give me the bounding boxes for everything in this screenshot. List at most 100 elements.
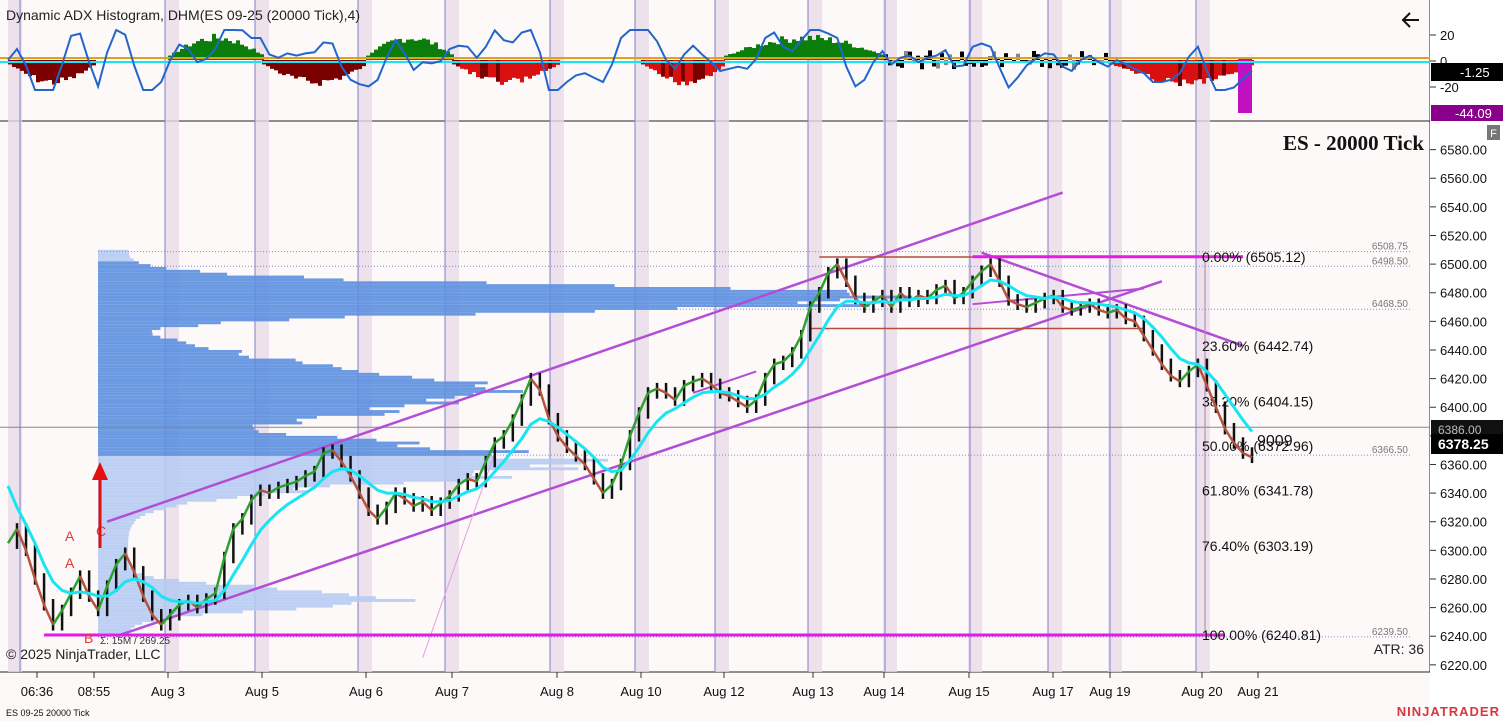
volume-profile-bar <box>98 613 203 617</box>
histogram-bar <box>732 53 736 60</box>
volume-profile-bar <box>98 315 345 319</box>
level-label: 6366.50 <box>1372 445 1409 456</box>
instrument-title: ES - 20000 Tick <box>1283 131 1424 155</box>
session-band <box>715 0 729 672</box>
volume-profile-bar <box>98 295 913 299</box>
volume-profile-bar <box>98 252 130 256</box>
volume-profile-bar <box>98 269 201 273</box>
histogram-bar <box>500 60 504 85</box>
histogram-bar <box>1154 60 1158 83</box>
histogram-bar <box>314 60 318 84</box>
time-tick-label: Aug 12 <box>703 684 744 699</box>
volume-profile-bar <box>98 372 380 376</box>
histogram-bar <box>808 35 812 60</box>
volume-profile-bar <box>98 341 187 345</box>
volume-profile-bar <box>98 581 207 585</box>
fib-level-label: 76.40% (6303.19) <box>1202 538 1313 554</box>
volume-profile-bar <box>98 329 152 333</box>
price-tick-label: 6360.00 <box>1440 457 1487 472</box>
histogram-bar <box>1190 60 1194 85</box>
wave-label-a1: A <box>65 528 75 544</box>
price-tick-label: 6580.00 <box>1440 143 1487 158</box>
time-tick-label: 06:36 <box>21 684 54 699</box>
volume-profile-bar <box>98 261 139 265</box>
volume-profile-bar <box>98 418 297 422</box>
volume-profile-bar <box>98 415 317 419</box>
volume-profile-bar <box>98 544 129 548</box>
volume-profile-bar <box>98 398 427 402</box>
price-tick-label: 6500.00 <box>1440 257 1487 272</box>
annotation-9009: 9009 <box>1257 433 1293 450</box>
histogram-bar <box>200 38 204 60</box>
time-tick-label: Aug 7 <box>435 684 469 699</box>
volume-profile-bar <box>98 304 870 308</box>
histogram-bar <box>64 60 68 81</box>
histogram-bar <box>820 38 824 60</box>
volume-profile-bar <box>98 444 398 448</box>
volume-profile-bar <box>98 272 228 276</box>
price-tick-label: 6440.00 <box>1440 343 1487 358</box>
level-label: 6239.50 <box>1372 627 1409 638</box>
price-tick-label: 6540.00 <box>1440 200 1487 215</box>
time-tick-label: 08:55 <box>78 684 111 699</box>
histogram-bar <box>673 60 677 83</box>
price-tick-label: 6220.00 <box>1440 658 1487 673</box>
indicator-tick-label: 20 <box>1440 28 1454 43</box>
histogram-bar <box>36 60 40 83</box>
volume-profile-bar <box>98 367 342 371</box>
time-tick-label: Aug 21 <box>1237 684 1278 699</box>
price-tick-label: 6480.00 <box>1440 286 1487 301</box>
volume-profile-bar <box>98 461 582 465</box>
atr-label: ATR: 36 <box>1374 641 1425 657</box>
volume-profile-bar <box>98 507 166 511</box>
volume-profile-bar <box>98 547 129 551</box>
volume-profile-bar <box>98 312 476 316</box>
volume-profile-bar <box>98 378 435 382</box>
histogram-bar <box>224 38 228 60</box>
volume-profile-bar <box>98 498 217 502</box>
chart-canvas[interactable]: Dynamic ADX Histogram, DHM(ES 09-25 (200… <box>0 0 1503 721</box>
price-tick-label: 6260.00 <box>1440 601 1487 616</box>
time-tick-label: Aug 20 <box>1181 684 1222 699</box>
volume-profile-bar <box>98 576 154 579</box>
volume-note: Σ: 15M / 269.25 <box>100 636 171 647</box>
volume-profile-bar <box>98 541 129 545</box>
level-label: 6468.50 <box>1372 299 1409 310</box>
volume-profile-bar <box>98 355 249 359</box>
histogram-bar <box>689 60 693 82</box>
histogram-bar <box>1186 60 1190 84</box>
volume-profile-bar <box>98 292 850 296</box>
fib-level-label: 23.60% (6442.74) <box>1202 338 1313 354</box>
volume-profile-bar <box>98 255 131 259</box>
volume-profile-bar <box>98 458 609 462</box>
histogram-bar <box>326 60 330 81</box>
time-tick-label: Aug 6 <box>349 684 383 699</box>
histogram-bar <box>422 38 426 60</box>
volume-profile-bar <box>98 478 472 482</box>
volume-profile-bar <box>98 309 595 313</box>
volume-profile-bar <box>98 287 731 290</box>
time-tick-label: Aug 10 <box>620 684 661 699</box>
volume-profile-bar <box>98 421 303 425</box>
volume-profile-bar <box>98 258 134 262</box>
price-tick-label: 6320.00 <box>1440 515 1487 530</box>
level-label: 6498.50 <box>1372 256 1409 267</box>
histogram-bar <box>1174 60 1178 83</box>
histogram-bar <box>1238 58 1252 113</box>
histogram-bar <box>418 39 422 60</box>
volume-profile-bar <box>98 289 848 293</box>
volume-profile-bar <box>98 435 338 439</box>
volume-profile-bar <box>98 344 195 348</box>
volume-profile-bar <box>98 395 455 399</box>
volume-profile-bar <box>98 604 333 608</box>
footer-instrument: ES 09-25 20000 Tick <box>6 708 90 718</box>
histogram-bar <box>496 60 500 82</box>
histogram-bar <box>693 60 697 83</box>
adx-value: -1.25 <box>1460 65 1490 80</box>
histogram-bar <box>520 60 524 83</box>
volume-profile-bar <box>98 281 487 285</box>
histogram-bar <box>812 39 816 60</box>
level-label: 6508.75 <box>1372 242 1409 253</box>
volume-profile-bar <box>98 381 488 385</box>
time-tick-label: Aug 13 <box>792 684 833 699</box>
